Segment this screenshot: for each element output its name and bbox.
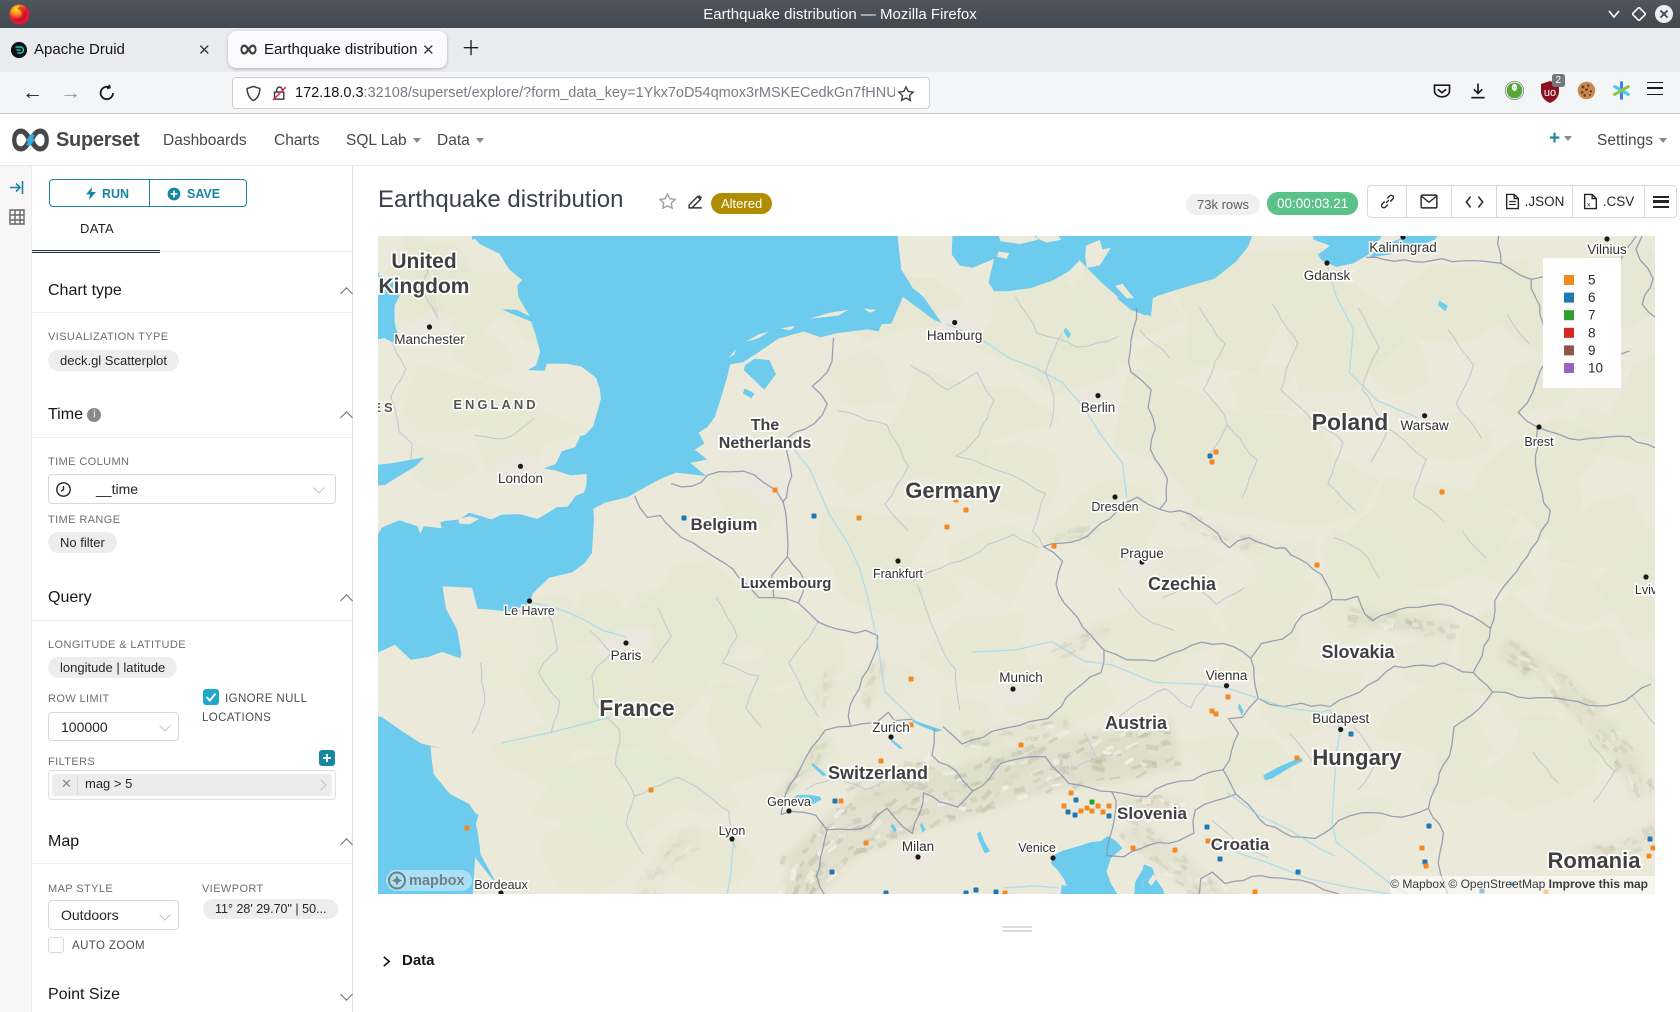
svg-text:Manchester: Manchester	[394, 332, 465, 347]
svg-text:Brest: Brest	[1524, 435, 1554, 449]
svg-text:Slovakia: Slovakia	[1321, 642, 1395, 662]
svg-text:Austria: Austria	[1105, 713, 1168, 733]
svg-text:The: The	[751, 417, 780, 434]
svg-text:Geneva: Geneva	[767, 795, 811, 809]
svg-text:Kingdom: Kingdom	[379, 275, 470, 298]
svg-text:10: 10	[1588, 361, 1603, 376]
svg-text:Le Havre: Le Havre	[504, 604, 555, 618]
svg-text:Lviv: Lviv	[1635, 583, 1655, 597]
svg-text:Bordeaux: Bordeaux	[474, 878, 528, 892]
svg-text:Hamburg: Hamburg	[927, 328, 983, 343]
svg-text:Vienna: Vienna	[1206, 668, 1248, 683]
svg-text:7: 7	[1588, 308, 1596, 323]
svg-text:Gdansk: Gdansk	[1304, 268, 1351, 283]
svg-text:Germany: Germany	[905, 478, 1001, 503]
svg-text:mapbox: mapbox	[409, 873, 465, 889]
svg-text:Paris: Paris	[611, 648, 642, 663]
svg-text:Romania: Romania	[1548, 848, 1642, 873]
svg-text:5: 5	[1588, 273, 1596, 288]
svg-text:United: United	[391, 250, 456, 273]
svg-text:Hungary: Hungary	[1312, 745, 1402, 770]
svg-text:ENGLAND: ENGLAND	[453, 397, 538, 412]
svg-text:Milan: Milan	[902, 839, 934, 854]
svg-text:Czechia: Czechia	[1148, 574, 1217, 594]
svg-text:6: 6	[1588, 290, 1596, 305]
svg-text:Switzerland: Switzerland	[828, 763, 928, 783]
svg-text:© Mapbox © OpenStreetMap Impro: © Mapbox © OpenStreetMap Improve this ma…	[1390, 877, 1648, 891]
svg-text:France: France	[599, 695, 674, 721]
svg-text:Netherlands: Netherlands	[719, 435, 812, 452]
svg-text:Munich: Munich	[999, 670, 1043, 685]
svg-text:8: 8	[1588, 325, 1596, 340]
svg-text:x: x	[1587, 202, 1591, 209]
svg-text:Budapest: Budapest	[1312, 711, 1369, 726]
svg-text:ES: ES	[378, 400, 396, 415]
svg-text:uo: uo	[1544, 87, 1556, 99]
svg-text:London: London	[498, 471, 543, 486]
svg-text:Frankfurt: Frankfurt	[873, 567, 924, 581]
svg-text:9: 9	[1588, 343, 1596, 358]
svg-text:Slovenia: Slovenia	[1117, 804, 1187, 823]
svg-text:Luxembourg: Luxembourg	[741, 575, 832, 592]
svg-text:Berlin: Berlin	[1081, 400, 1116, 415]
svg-text:Kaliningrad: Kaliningrad	[1369, 240, 1437, 255]
svg-text:Warsaw: Warsaw	[1400, 418, 1449, 433]
svg-text:Prague: Prague	[1120, 546, 1164, 561]
svg-text:Venice: Venice	[1018, 841, 1056, 855]
svg-text:Croatia: Croatia	[1211, 835, 1270, 854]
svg-text:Poland: Poland	[1312, 409, 1389, 435]
svg-text:Dresden: Dresden	[1091, 500, 1138, 514]
svg-text:Belgium: Belgium	[690, 515, 757, 534]
svg-text:Lyon: Lyon	[719, 824, 746, 838]
svg-text:Vilnius: Vilnius	[1587, 242, 1627, 257]
svg-text:Zurich: Zurich	[872, 720, 910, 735]
